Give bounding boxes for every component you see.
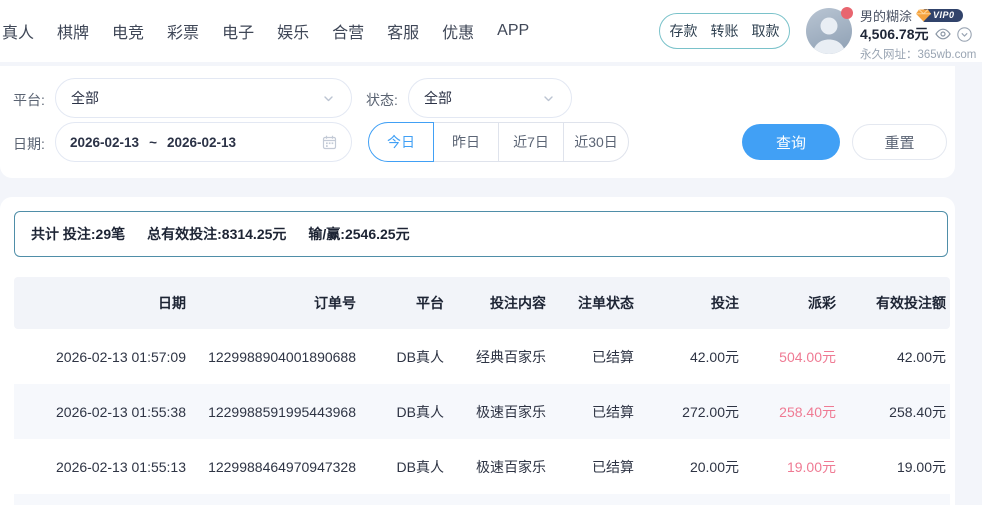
column-header: 订单号 <box>190 293 360 313</box>
cell-valid-amount: 258.40元 <box>840 402 950 422</box>
quick-range-button[interactable]: 今日 <box>368 122 434 162</box>
filter-panel: 平台: 全部 状态: 全部 日期: 2026-02-13 ~ 2026-02-1… <box>0 66 955 178</box>
cell-payout: 504.00元 <box>743 347 840 367</box>
column-header: 平台 <box>360 293 448 313</box>
cell-bet-content: 极速百家乐 <box>448 402 550 422</box>
cell-status: 已结算 <box>550 402 638 422</box>
records-panel: 共计 投注:29笔 总有效投注:8314.25元 输/赢:2546.25元 日期订单… <box>0 197 955 505</box>
column-header: 派彩 <box>743 293 840 313</box>
cell-bet-amount: 42.00元 <box>638 347 743 367</box>
nav-item[interactable]: APP <box>497 22 529 40</box>
wallet-action-button[interactable]: 存款 <box>670 21 698 41</box>
nav-item[interactable]: 娱乐 <box>277 19 309 43</box>
user-info: 男的糊涂 VIP0 4,506.78元 <box>860 7 982 62</box>
cell-bet-content: 经典百家乐 <box>448 347 550 367</box>
platform-select-value: 全部 <box>71 88 99 108</box>
nav-item[interactable]: 优惠 <box>442 19 474 43</box>
column-header: 投注内容 <box>448 293 550 313</box>
nav-item[interactable]: 客服 <box>387 19 419 43</box>
table-body: 2026-02-13 01:57:09 1229988904001890688 … <box>14 329 950 494</box>
cell-bet-amount: 20.00元 <box>638 457 743 477</box>
status-select[interactable]: 全部 <box>408 78 572 118</box>
cell-valid-amount: 42.00元 <box>840 347 950 367</box>
cell-order-no: 1229988591995443968 <box>190 404 360 420</box>
cell-date: 2026-02-13 01:57:09 <box>14 349 190 365</box>
date-range-input[interactable]: 2026-02-13 ~ 2026-02-13 <box>55 122 352 162</box>
status-label: 状态: <box>366 90 398 110</box>
date-to: 2026-02-13 <box>167 135 236 150</box>
nav-item[interactable]: 合营 <box>332 19 364 43</box>
cell-platform: DB真人 <box>360 347 448 367</box>
table-row: 2026-02-13 01:57:09 1229988904001890688 … <box>14 329 950 384</box>
cell-payout: 258.40元 <box>743 402 840 422</box>
platform-label: 平台: <box>13 90 45 110</box>
cell-order-no: 1229988904001890688 <box>190 349 360 365</box>
top-header: 真人棋牌电竞彩票电子娱乐合营客服优惠 APP 存款转账取款 男的糊涂 VIP0 4… <box>0 0 982 62</box>
vip-gem-icon <box>916 9 931 22</box>
date-separator: ~ <box>149 135 157 150</box>
wallet-action-button[interactable]: 转账 <box>711 21 739 41</box>
nav-item[interactable]: 真人 <box>2 19 34 43</box>
site-url: 永久网址：365wb.com <box>860 46 982 62</box>
cell-bet-amount: 272.00元 <box>638 402 743 422</box>
column-header: 日期 <box>14 293 190 313</box>
username: 男的糊涂 <box>860 6 912 25</box>
table-row: 2026-02-13 01:55:38 1229988591995443968 … <box>14 384 950 439</box>
summary-bar: 共计 投注:29笔 总有效投注:8314.25元 输/赢:2546.25元 <box>14 211 948 257</box>
cell-platform: DB真人 <box>360 402 448 422</box>
cell-date: 2026-02-13 01:55:13 <box>14 459 190 475</box>
nav-item[interactable]: 棋牌 <box>57 19 89 43</box>
eye-icon[interactable] <box>935 28 951 40</box>
quick-range-button[interactable]: 昨日 <box>433 122 499 162</box>
main-nav: 真人棋牌电竞彩票电子娱乐合营客服优惠 APP <box>2 0 529 62</box>
cell-status: 已结算 <box>550 457 638 477</box>
cell-valid-amount: 19.00元 <box>840 457 950 477</box>
table-header-row: 日期订单号平台投注内容注单状态投注派彩有效投注额 <box>14 277 950 329</box>
vip-badge: VIP0 <box>916 9 963 22</box>
bet-records-table: 日期订单号平台投注内容注单状态投注派彩有效投注额 2026-02-13 01:5… <box>14 277 950 505</box>
nav-item[interactable]: 电竞 <box>112 19 144 43</box>
calendar-icon <box>322 135 337 150</box>
chevron-down-icon <box>322 92 335 105</box>
summary-item: 输/赢:2546.25元 <box>308 224 409 244</box>
wallet-actions-group: 存款转账取款 <box>659 13 790 49</box>
search-button[interactable]: 查询 <box>742 124 840 160</box>
balance-dropdown-icon[interactable] <box>957 27 972 42</box>
chevron-down-icon <box>542 92 555 105</box>
date-from: 2026-02-13 <box>70 135 139 150</box>
status-select-value: 全部 <box>424 88 452 108</box>
wallet-action-button[interactable]: 取款 <box>752 21 780 41</box>
avatar[interactable] <box>806 8 852 54</box>
platform-select[interactable]: 全部 <box>55 78 352 118</box>
date-label: 日期: <box>13 134 45 154</box>
table-row: 2026-02-13 01:55:13 1229988464970947328 … <box>14 439 950 494</box>
cell-order-no: 1229988464970947328 <box>190 459 360 475</box>
balance: 4,506.78元 <box>860 24 929 44</box>
reset-button[interactable]: 重置 <box>852 124 947 160</box>
column-header: 有效投注额 <box>840 293 950 313</box>
cell-bet-content: 极速百家乐 <box>448 457 550 477</box>
quick-range-button[interactable]: 近7日 <box>498 122 564 162</box>
cell-status: 已结算 <box>550 347 638 367</box>
notification-dot <box>841 7 853 19</box>
summary-item: 共计 投注:29笔 <box>31 224 125 244</box>
cell-platform: DB真人 <box>360 457 448 477</box>
nav-item[interactable]: 电子 <box>222 19 254 43</box>
column-header: 注单状态 <box>550 293 638 313</box>
summary-item: 总有效投注:8314.25元 <box>147 224 286 244</box>
cell-date: 2026-02-13 01:55:38 <box>14 404 190 420</box>
partial-next-row <box>14 494 950 505</box>
column-header: 投注 <box>638 293 743 313</box>
quick-range-group: 今日昨日近7日近30日 <box>368 122 629 162</box>
quick-range-button[interactable]: 近30日 <box>563 122 629 162</box>
nav-item[interactable]: 彩票 <box>167 19 199 43</box>
cell-payout: 19.00元 <box>743 457 840 477</box>
